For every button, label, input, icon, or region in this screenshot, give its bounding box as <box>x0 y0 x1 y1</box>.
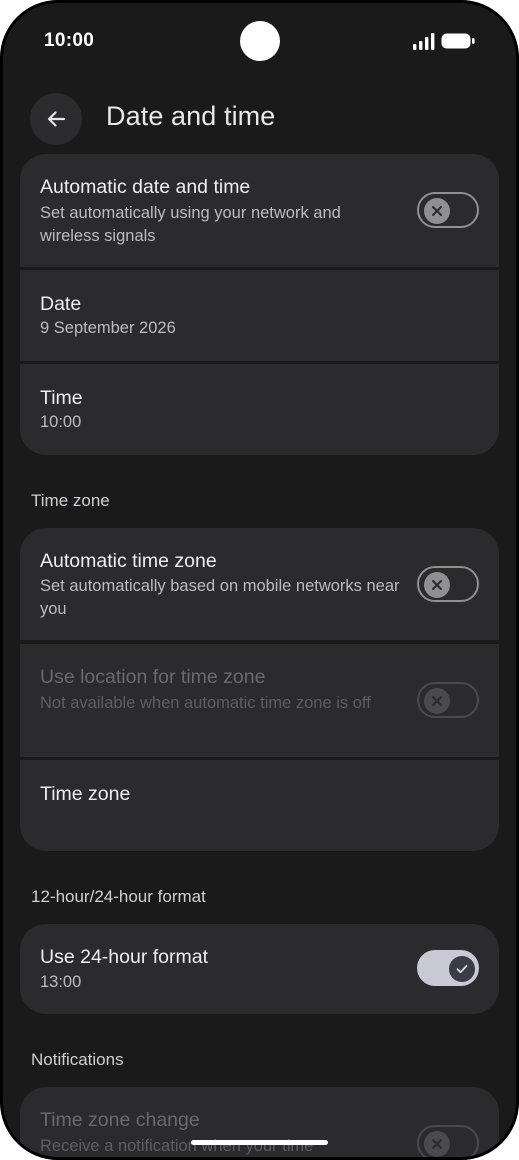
use-24-hour-toggle[interactable] <box>417 950 479 986</box>
automatic-time-zone-toggle[interactable] <box>417 566 479 602</box>
time-value: 10:00 <box>40 413 82 431</box>
time-title: Time <box>40 387 83 409</box>
use-24-hour-title: Use 24-hour format <box>40 946 208 968</box>
automatic-date-time-title: Automatic date and time <box>40 176 251 198</box>
time-item[interactable]: Time 10:00 <box>20 364 499 455</box>
automatic-time-zone-title: Automatic time zone <box>40 550 217 572</box>
time-zone-item[interactable]: Time zone <box>20 760 499 851</box>
top-app-bar: Date and time <box>0 88 519 150</box>
battery-icon <box>441 33 475 49</box>
status-time: 10:00 <box>44 30 95 51</box>
date-item[interactable]: Date 9 September 2026 <box>20 270 499 361</box>
check-icon <box>456 965 468 974</box>
automatic-date-time-item[interactable]: Automatic date and time Set automaticall… <box>20 154 499 267</box>
home-indicator[interactable] <box>191 1140 328 1145</box>
section-header-format: 12-hour/24-hour format <box>31 887 206 906</box>
automatic-date-time-toggle[interactable] <box>417 192 479 228</box>
time-zone-title: Time zone <box>40 783 131 805</box>
time-zone-change-title: Time zone change <box>40 1109 200 1131</box>
front-camera <box>240 21 280 61</box>
close-icon <box>432 696 442 706</box>
automatic-time-zone-subtitle: Set automatically based on mobile networ… <box>40 577 400 618</box>
automatic-time-zone-item[interactable]: Automatic time zone Set automatically ba… <box>20 528 499 640</box>
status-bar: 10:00 <box>0 0 519 82</box>
section-header-time-zone: Time zone <box>31 491 110 510</box>
date-title: Date <box>40 293 82 315</box>
use-location-subtitle: Not available when automatic time zone i… <box>40 694 371 712</box>
use-24-hour-value: 13:00 <box>40 973 82 991</box>
use-24-hour-item[interactable]: Use 24-hour format 13:00 <box>20 924 499 1014</box>
page-title: Date and time <box>106 101 276 131</box>
date-value: 9 September 2026 <box>40 319 176 337</box>
phone-screen: 10:00 Date and time Automatic date and t… <box>0 0 519 1160</box>
use-location-toggle <box>417 682 479 718</box>
automatic-date-time-subtitle: Set automatically using your network and… <box>40 204 341 245</box>
close-icon <box>432 580 442 590</box>
time-zone-change-toggle <box>417 1125 479 1160</box>
time-zone-change-item: Time zone change Receive a notification … <box>20 1087 499 1160</box>
toggle-knob <box>449 956 475 982</box>
close-icon <box>432 1139 442 1149</box>
signal-icon <box>413 33 435 50</box>
toggle-knob <box>424 198 450 224</box>
close-icon <box>432 206 442 216</box>
toggle-knob <box>424 688 450 714</box>
time-zone-change-subtitle: Receive a notification when your time <box>40 1137 314 1155</box>
use-location-title: Use location for time zone <box>40 666 266 688</box>
section-header-notifications: Notifications <box>31 1050 124 1069</box>
use-location-time-zone-item: Use location for time zone Not available… <box>20 644 499 757</box>
toggle-knob <box>424 1131 450 1157</box>
back-button[interactable] <box>30 93 82 145</box>
arrow-left-icon <box>47 111 66 127</box>
toggle-knob <box>424 572 450 598</box>
